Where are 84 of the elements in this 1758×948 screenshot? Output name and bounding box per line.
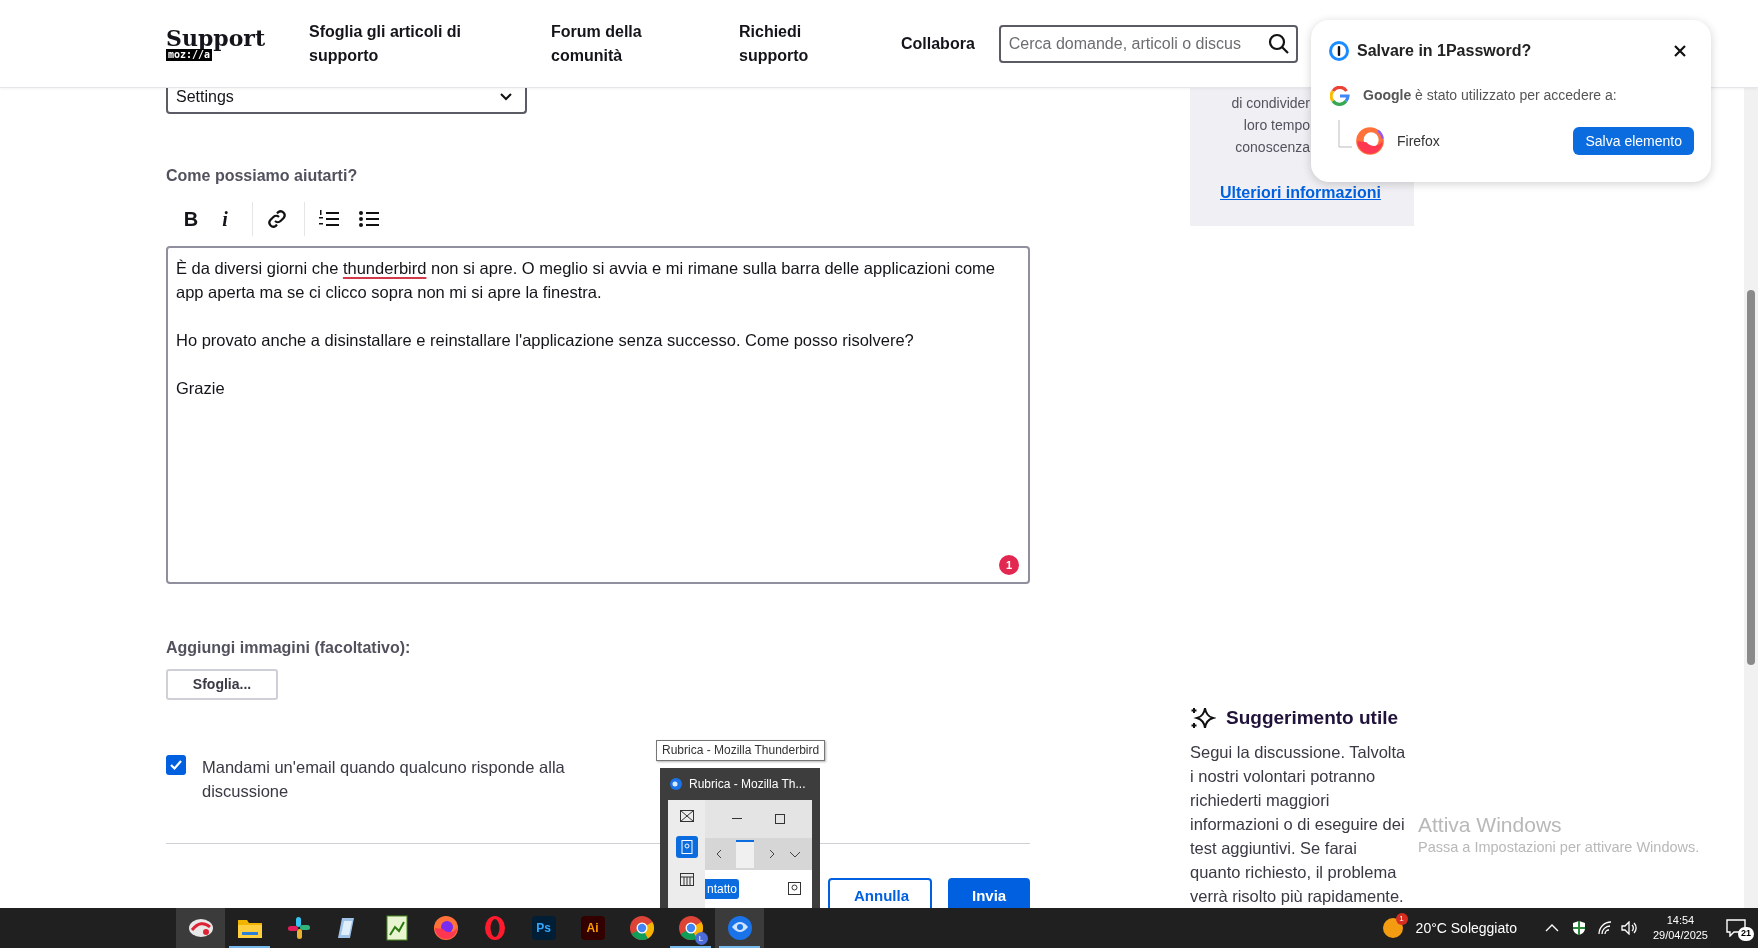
save-item-button[interactable]: Salva elemento — [1573, 127, 1694, 155]
chrome-icon — [677, 915, 704, 941]
running-indicator — [719, 946, 760, 948]
firefox-icon — [1355, 126, 1385, 156]
product-select[interactable]: Settings — [166, 88, 527, 114]
minimize-icon — [731, 818, 742, 820]
bullet-list-icon — [358, 209, 380, 229]
contact-icon — [788, 882, 802, 896]
calendar-icon — [679, 872, 694, 886]
running-indicator — [229, 946, 270, 948]
message-paragraph: Grazie — [176, 378, 226, 399]
card-text: loro tempo — [1243, 116, 1310, 135]
card-text: conoscenza — [1235, 138, 1310, 157]
notify-checkbox[interactable] — [166, 755, 186, 775]
site-name: Firefox — [1397, 131, 1440, 151]
chevron-right-icon — [768, 849, 775, 859]
speaker-icon[interactable] — [1620, 921, 1639, 935]
clock[interactable]: 14:54 29/04/2025 — [1652, 913, 1708, 943]
sun-icon[interactable] — [1381, 917, 1404, 939]
nav-link[interactable]: Richiedi supporto — [739, 19, 839, 68]
chevron-left-icon — [716, 849, 723, 859]
submit-button[interactable]: Invia — [948, 878, 1030, 908]
running-indicator — [670, 946, 711, 948]
nav-link[interactable]: Sfoglia gli articoli di supporto — [309, 19, 509, 68]
1password-icon — [1328, 40, 1350, 62]
taskbar-button[interactable]: Ps — [519, 908, 568, 948]
popup-title: Salvare in 1Password? — [1357, 41, 1532, 61]
tab-thumbnail — [736, 840, 755, 868]
weather-text[interactable]: 20°C Soleggiato — [1415, 917, 1517, 939]
taskbar-button[interactable]: Ai — [568, 908, 617, 948]
bold-button[interactable]: B — [174, 202, 208, 236]
shield-icon[interactable] — [1570, 920, 1587, 936]
browse-button[interactable]: Sfoglia... — [166, 669, 278, 700]
chart-document-icon — [385, 915, 408, 941]
wifi-icon[interactable] — [1596, 921, 1613, 935]
checkmark-icon — [169, 758, 183, 772]
card-text: di condivider — [1231, 94, 1310, 113]
firefox-icon — [432, 915, 459, 941]
notification-count: 21 — [1738, 927, 1754, 941]
chrome-icon — [628, 915, 655, 941]
slack-icon — [286, 916, 311, 940]
maximize-icon — [775, 814, 786, 824]
tip-title: Suggerimento utile — [1226, 705, 1399, 730]
scrollbar[interactable] — [1744, 88, 1758, 908]
google-icon — [1330, 85, 1350, 106]
tree-connector — [1338, 120, 1352, 148]
message-paragraph: Ho provato anche a disinstallare e reinstallare l'applicazione senza successo. Come posso risolvere? — [176, 330, 915, 351]
chevron-down-icon — [788, 850, 801, 858]
message-textarea[interactable] — [166, 246, 1030, 584]
message-paragraph: È da diversi giorni che thunderbird non si apre. O meglio si avvia e mi rimane sulla barra delle applicazioni come app aperta ma se ci clicco sopra non mi si apre la finestra. — [176, 258, 996, 303]
search-icon[interactable] — [1267, 32, 1290, 55]
numbered-list-icon — [317, 209, 340, 229]
tip-text: Segui la discussione. Talvolta i nostri volontari potranno richiederti maggiori informazioni o di eseguire dei test aggiuntivi. Se farai quanto richiesto, il problema verrà risolto più rapidamente. — [1190, 742, 1407, 907]
address-book-icon — [680, 840, 693, 854]
account-text: Google è stato utilizzato per accedere a: — [1363, 86, 1617, 105]
window-preview[interactable]: Rubrica - Mozilla Th... ntatto — [660, 768, 820, 908]
search-field[interactable]: Cerca domande, articoli o discus — [998, 24, 1298, 63]
taskbar-button[interactable] — [715, 908, 764, 948]
folder-icon — [236, 917, 263, 939]
activation-notice-title: Attiva Windows — [1418, 812, 1563, 838]
italic-button[interactable]: i — [208, 202, 242, 236]
preview-title: Rubrica - Mozilla Th... — [689, 776, 806, 793]
photoshop-icon: Ps — [531, 916, 556, 940]
cancel-button[interactable]: Annulla — [828, 878, 932, 908]
close-icon[interactable] — [1673, 44, 1687, 58]
logo-title[interactable]: Support — [166, 26, 266, 49]
field-label: Aggiungi immagini (facoltativo): — [166, 638, 412, 658]
nav-link[interactable]: Forum della comunità — [551, 19, 661, 68]
logo-badge[interactable]: moz://a — [166, 48, 213, 61]
taskbar-tooltip: Rubrica - Mozilla Thunderbird — [656, 740, 826, 761]
taskbar-button[interactable] — [176, 908, 225, 948]
learn-more-link[interactable]: Ulteriori informazioni — [1220, 181, 1381, 205]
activation-notice-text: Passa a Impostazioni per attivare Windows. — [1418, 838, 1700, 856]
opera-icon — [482, 915, 507, 941]
spellcheck-badge[interactable]: 1 — [999, 555, 1019, 575]
chevron-up-icon[interactable] — [1544, 924, 1559, 932]
field-label: Come possiamo aiutarti? — [166, 166, 359, 186]
mail-icon — [679, 810, 694, 822]
nav-link[interactable]: Collabora — [901, 31, 975, 56]
illustrator-icon: Ai — [580, 916, 605, 940]
weather-badge: 1 — [1395, 913, 1408, 925]
checkbox-label[interactable]: Mandami un'email quando qualcuno risponde alla discussione — [202, 755, 592, 803]
taskbar-button[interactable]: L — [666, 908, 715, 948]
new-contact-button: ntatto — [705, 879, 740, 899]
